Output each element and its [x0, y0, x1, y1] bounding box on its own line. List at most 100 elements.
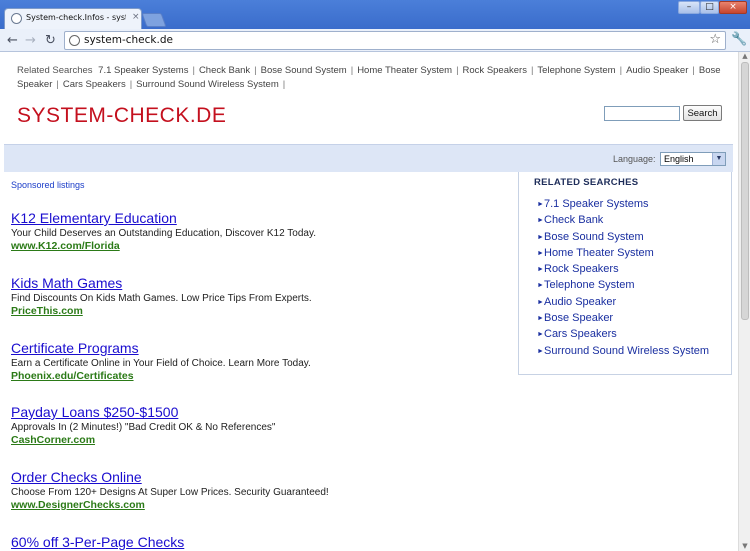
related-panel-list: ►7.1 Speaker Systems ►Check Bank ►Bose Sou…: [537, 196, 709, 359]
arrow-bullet-icon: ►: [537, 249, 544, 257]
ad-description: Find Discounts On Kids Math Games. Low P…: [11, 293, 312, 304]
arrow-bullet-icon: ►: [537, 201, 544, 208]
ad-title-link[interactable]: Payday Loans $250-$1500: [11, 404, 511, 420]
related-panel-item[interactable]: ►Rock Speakers: [537, 261, 709, 277]
ad-url-link[interactable]: www.DesignerChecks.com: [11, 499, 511, 512]
arrow-bullet-icon: ►: [537, 266, 544, 274]
arrow-bullet-icon: ►: [537, 233, 544, 241]
wrench-icon[interactable]: 🔧: [731, 32, 747, 47]
page-content: Related Searches 7.1 Speaker Systems | Che…: [0, 52, 738, 551]
chevron-down-icon[interactable]: ▼: [712, 153, 725, 165]
separator: |: [456, 65, 459, 76]
browser-tab[interactable]: System-check.Infos - system-c ×: [4, 8, 142, 29]
related-term-link[interactable]: Bose Sound System: [261, 65, 347, 76]
related-panel-item[interactable]: ►Bose Speaker: [537, 310, 709, 326]
top-related-searches: Related Searches 7.1 Speaker Systems | Che…: [17, 64, 727, 91]
arrow-bullet-icon: ►: [537, 347, 544, 355]
search-button[interactable]: Search: [683, 105, 722, 121]
ad-description: Choose From 120+ Designs At Super Low Pr…: [11, 487, 329, 498]
related-panel-item[interactable]: ►Cars Speakers: [537, 326, 709, 342]
new-tab-button[interactable]: [141, 13, 167, 27]
related-panel-link[interactable]: Bose Sound System: [544, 231, 644, 243]
site-title[interactable]: SYSTEM-CHECK.DE: [17, 104, 226, 128]
tab-title: System-check.Infos - system-c: [26, 13, 126, 22]
separator: |: [619, 65, 623, 76]
arrow-bullet-icon: ►: [537, 217, 544, 225]
sponsored-label[interactable]: Sponsored listings: [11, 180, 85, 190]
related-panel-item[interactable]: ►Check Bank: [537, 212, 709, 228]
related-term-link[interactable]: Audio Speaker: [626, 65, 688, 76]
related-panel-link[interactable]: Rock Speakers: [544, 263, 619, 275]
search-input[interactable]: [604, 106, 680, 121]
related-term-link[interactable]: Check Bank: [199, 65, 250, 76]
ad-url-link[interactable]: PriceThis.com: [11, 305, 511, 318]
separator: |: [350, 65, 354, 76]
ad-title-link[interactable]: Order Checks Online: [11, 469, 511, 485]
language-bar: Language: English ▼: [4, 144, 733, 172]
bookmark-star-icon[interactable]: ☆: [709, 32, 721, 47]
related-panel-link[interactable]: Surround Sound Wireless System: [544, 345, 709, 357]
back-arrow-icon[interactable]: ←: [4, 32, 21, 49]
related-panel-item[interactable]: ►Audio Speaker: [537, 294, 709, 310]
related-term-link[interactable]: Cars Speakers: [63, 79, 126, 90]
related-panel-item[interactable]: ►7.1 Speaker Systems: [537, 196, 709, 212]
ad-url-link[interactable]: Phoenix.edu/Certificates: [11, 370, 511, 383]
separator: |: [282, 78, 286, 90]
forward-arrow-icon[interactable]: →: [22, 32, 39, 49]
ad-url-link[interactable]: CashCorner.com: [11, 434, 511, 447]
address-url[interactable]: system-check.de: [84, 34, 173, 46]
ad-listing: 60% off 3-Per-Page Checks: [11, 534, 511, 551]
related-searches-label: Related Searches: [17, 65, 93, 76]
ad-listing: Order Checks Online Choose From 120+ Desi…: [11, 469, 511, 512]
related-panel-link[interactable]: Telephone System: [544, 279, 635, 291]
ad-description: Your Child Deserves an Outstanding Educa…: [11, 228, 316, 239]
scrollbar[interactable]: ▲ ▼: [738, 52, 750, 551]
related-panel-link[interactable]: 7.1 Speaker Systems: [544, 198, 649, 210]
separator: |: [192, 65, 195, 76]
related-panel-link[interactable]: Audio Speaker: [544, 296, 616, 308]
ad-title-link[interactable]: Certificate Programs: [11, 340, 511, 356]
related-term-link[interactable]: Telephone System: [537, 65, 615, 76]
arrow-bullet-icon: ►: [537, 315, 544, 323]
maximize-button[interactable]: □: [700, 1, 719, 14]
ad-listing: Kids Math Games Find Discounts On Kids Ma…: [11, 275, 511, 318]
ad-listing: K12 Elementary Education Your Child Deser…: [11, 210, 511, 253]
browser-titlebar: System-check.Infos - system-c × – □ ×: [0, 0, 750, 29]
browser-toolbar: ← → ↻ system-check.de ☆ 🔧: [0, 29, 750, 52]
separator: |: [254, 65, 257, 76]
ad-url-link[interactable]: www.K12.com/Florida: [11, 240, 511, 253]
tab-close-icon[interactable]: ×: [132, 12, 140, 22]
language-selected: English: [664, 154, 694, 164]
scroll-down-icon[interactable]: ▼: [740, 542, 750, 551]
related-panel-item[interactable]: ►Surround Sound Wireless System: [537, 343, 709, 359]
language-select[interactable]: English ▼: [660, 152, 726, 166]
scroll-up-icon[interactable]: ▲: [740, 52, 750, 61]
close-window-button[interactable]: ×: [719, 1, 747, 14]
separator: |: [56, 78, 59, 90]
related-panel-item[interactable]: ►Bose Sound System: [537, 229, 709, 245]
scrollbar-thumb[interactable]: [741, 62, 749, 320]
reload-icon[interactable]: ↻: [42, 32, 59, 49]
globe-icon: [69, 35, 80, 46]
ad-title-link[interactable]: 60% off 3-Per-Page Checks: [11, 534, 511, 550]
arrow-bullet-icon: ►: [537, 331, 544, 339]
related-term-link[interactable]: Home Theater System: [357, 65, 452, 76]
separator: |: [692, 65, 695, 76]
globe-icon: [11, 13, 22, 24]
minimize-button[interactable]: –: [678, 1, 700, 14]
related-term-link[interactable]: Surround Sound Wireless System: [136, 79, 279, 90]
related-term-link[interactable]: 7.1 Speaker Systems: [98, 65, 188, 76]
related-panel-item[interactable]: ►Home Theater System: [537, 245, 709, 261]
separator: |: [530, 65, 534, 76]
related-term-link[interactable]: Rock Speakers: [463, 65, 527, 76]
address-bar[interactable]: system-check.de ☆: [64, 31, 726, 50]
ad-title-link[interactable]: K12 Elementary Education: [11, 210, 511, 226]
related-panel-link[interactable]: Bose Speaker: [544, 312, 613, 324]
related-panel-item[interactable]: ►Telephone System: [537, 277, 709, 293]
related-panel-link[interactable]: Cars Speakers: [544, 328, 617, 340]
related-panel-link[interactable]: Check Bank: [544, 214, 603, 226]
ad-title-link[interactable]: Kids Math Games: [11, 275, 511, 291]
related-searches-panel: RELATED SEARCHES ►7.1 Speaker Systems ►Ch…: [518, 172, 732, 375]
related-panel-link[interactable]: Home Theater System: [544, 247, 654, 259]
separator: |: [129, 78, 133, 90]
